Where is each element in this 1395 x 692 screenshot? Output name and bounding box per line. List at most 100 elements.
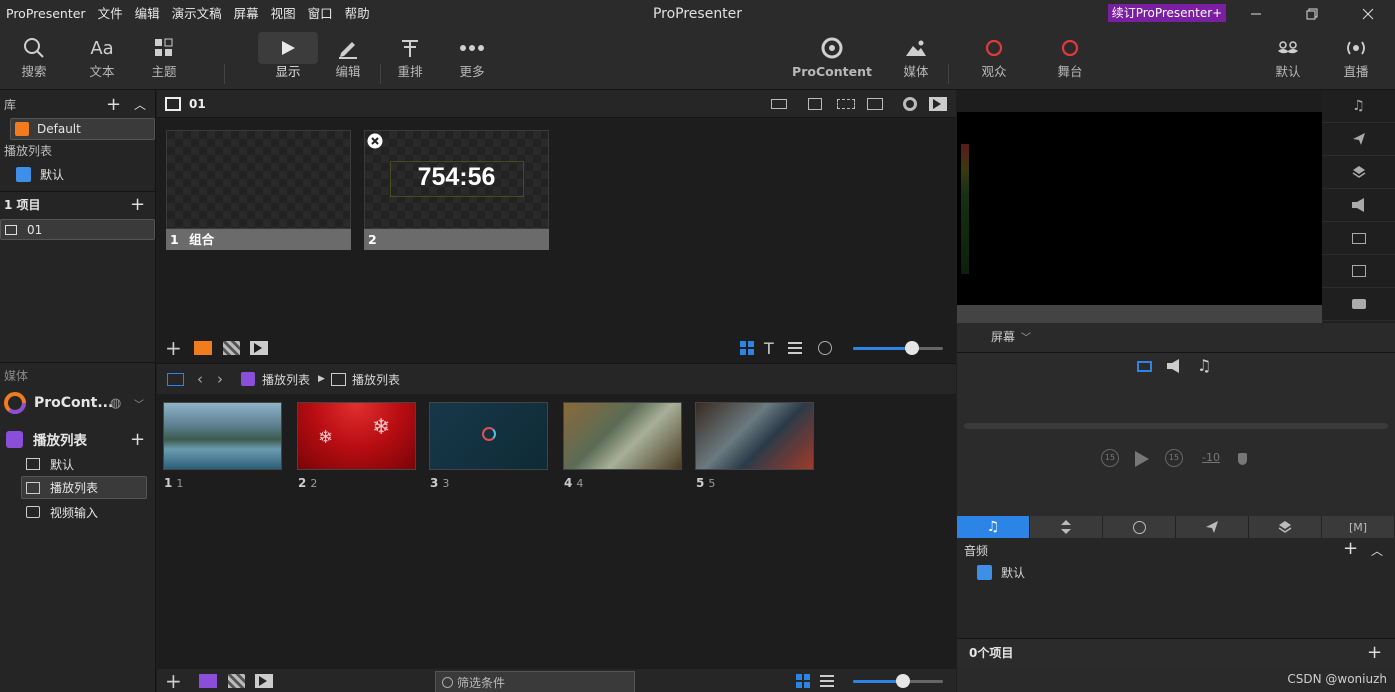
media-item-default[interactable]: 默认	[26, 454, 74, 474]
minimize-button[interactable]	[1233, 0, 1279, 28]
next-presentation-icon[interactable]	[929, 96, 947, 111]
add-audio-playlist-icon[interactable]: +	[1343, 538, 1358, 559]
menu-help[interactable]: 帮助	[339, 0, 376, 28]
add-media-playlist-icon[interactable]: +	[130, 429, 145, 450]
notes-icon[interactable]	[808, 97, 822, 110]
tab-macros[interactable]: [M]	[1322, 516, 1395, 538]
screen-selector[interactable]: 屏幕 ﹀	[991, 326, 1031, 346]
forward-icon[interactable]: ›	[217, 370, 223, 388]
remove-cue-icon[interactable]	[367, 133, 383, 149]
add-library-icon[interactable]: +	[106, 94, 121, 115]
media-playlist-header[interactable]: 播放列表 +	[6, 428, 154, 450]
loop-icon[interactable]	[837, 98, 855, 109]
add-media-icon[interactable]: +	[165, 669, 182, 692]
add-slide-icon[interactable]: +	[165, 336, 182, 360]
tab-props[interactable]	[1030, 516, 1103, 538]
procontent-source[interactable]: ProCont... ◍ ﹀	[4, 392, 154, 414]
media-button[interactable]: 媒体	[896, 32, 936, 86]
reflow-button[interactable]: 重排	[390, 32, 430, 86]
rewind-15-icon[interactable]: 15	[1101, 449, 1119, 467]
menu-screen[interactable]: 屏幕	[228, 0, 265, 28]
options-icon[interactable]	[818, 341, 832, 355]
checker-icon[interactable]	[228, 674, 245, 688]
presentation-item-01[interactable]: 01	[0, 219, 155, 240]
back-icon[interactable]: ‹	[197, 370, 203, 388]
library-item-default[interactable]: Default	[10, 118, 155, 140]
more-button[interactable]: 更多	[452, 32, 492, 86]
timeline-icon[interactable]	[771, 98, 787, 109]
media-thumb-5[interactable]	[695, 402, 814, 470]
clear-audio-button[interactable]: ♫	[1322, 90, 1395, 123]
checker-icon[interactable]	[223, 341, 240, 355]
announcement-transport-icon[interactable]	[1166, 359, 1182, 373]
marker-icon[interactable]	[1238, 453, 1247, 465]
upgrade-button[interactable]: 续订ProPresenter+	[1108, 4, 1226, 22]
text-button[interactable]: Aa 文本	[82, 32, 122, 86]
list-view-icon[interactable]	[788, 342, 802, 354]
slide-2[interactable]: 754:56 2	[364, 130, 549, 250]
play-icon[interactable]	[1134, 450, 1150, 468]
theme-button[interactable]: 主题	[144, 32, 184, 86]
clear-message-button[interactable]	[1322, 123, 1395, 156]
show-button[interactable]: 显示	[258, 32, 318, 86]
menu-edit[interactable]: 编辑	[129, 0, 166, 28]
slide-1[interactable]: 1 组合	[166, 130, 351, 250]
default-look-button[interactable]: 默认	[1268, 32, 1308, 86]
chevron-down-icon[interactable]: ﹀	[134, 396, 144, 411]
next-icon[interactable]	[250, 341, 268, 355]
tab-layers[interactable]	[1249, 516, 1322, 538]
media-item-video-input[interactable]: 视频输入	[26, 502, 98, 522]
progress-bar[interactable]	[964, 423, 1388, 429]
zoom-slider[interactable]	[853, 341, 943, 355]
menu-view[interactable]: 视图	[265, 0, 302, 28]
search-button[interactable]: 搜索	[14, 32, 54, 86]
media-thumb-4[interactable]	[563, 402, 682, 470]
close-window-button[interactable]	[1345, 0, 1391, 28]
restore-button[interactable]	[1289, 0, 1335, 28]
text-view-icon[interactable]: T	[764, 339, 774, 358]
playlist-item-default[interactable]: 默认	[16, 164, 64, 184]
skip-back-button[interactable]: -10	[1202, 451, 1220, 464]
tab-messages[interactable]	[1176, 516, 1249, 538]
tab-audio[interactable]: ♫	[957, 516, 1030, 538]
media-zoom-slider[interactable]	[853, 674, 943, 688]
globe-icon[interactable]: ◍	[110, 396, 121, 411]
media-thumb-1[interactable]	[163, 402, 282, 470]
slide-transport-icon[interactable]	[1137, 361, 1152, 372]
menu-window[interactable]: 窗口	[302, 0, 339, 28]
menu-presentation[interactable]: 演示文稿	[166, 0, 228, 28]
collapse-icon[interactable]: ︿	[1371, 542, 1383, 559]
add-audio-icon[interactable]: +	[1367, 642, 1382, 663]
live-button[interactable]: 直播	[1336, 32, 1376, 86]
media-item-playlist[interactable]: 播放列表	[21, 476, 147, 499]
menu-app[interactable]: ProPresenter	[0, 0, 92, 28]
media-thumb-3[interactable]	[429, 402, 548, 470]
tab-timers[interactable]	[1103, 516, 1176, 538]
procontent-button[interactable]: ProContent	[792, 32, 872, 86]
add-item-icon[interactable]: +	[130, 194, 145, 215]
audio-transport-icon[interactable]: ♫	[1197, 356, 1211, 375]
clear-video-button[interactable]	[1322, 288, 1395, 321]
slide-group-icon[interactable]	[194, 341, 212, 355]
clear-text-button[interactable]	[1322, 222, 1395, 255]
stage-button[interactable]: 舞台	[1050, 32, 1090, 86]
clear-layers-button[interactable]	[1322, 156, 1395, 189]
menu-file[interactable]: 文件	[92, 0, 129, 28]
edit-button[interactable]: 编辑	[328, 32, 368, 86]
media-group-icon[interactable]	[199, 674, 217, 688]
media-thumb-2[interactable]: ❄ ❄	[297, 402, 416, 470]
filter-box[interactable]: 筛选条件	[435, 671, 635, 692]
audience-button[interactable]: 观众	[974, 32, 1014, 86]
clear-media-button[interactable]	[1322, 255, 1395, 288]
grid-view-icon[interactable]	[796, 674, 810, 688]
grid-view-icon[interactable]	[740, 341, 754, 355]
breadcrumb-item[interactable]: 播放列表	[262, 371, 310, 388]
audio-playlist-default[interactable]: 默认	[977, 564, 1025, 581]
settings-ring-icon[interactable]	[903, 96, 917, 111]
list-view-icon[interactable]	[820, 675, 834, 687]
forward-15-icon[interactable]: 15	[1165, 449, 1183, 467]
breadcrumb-item[interactable]: 播放列表	[352, 371, 400, 388]
arrangement-icon[interactable]	[867, 97, 883, 110]
clear-announcement-button[interactable]	[1322, 189, 1395, 222]
collapse-icon[interactable]: ︿	[134, 96, 146, 113]
